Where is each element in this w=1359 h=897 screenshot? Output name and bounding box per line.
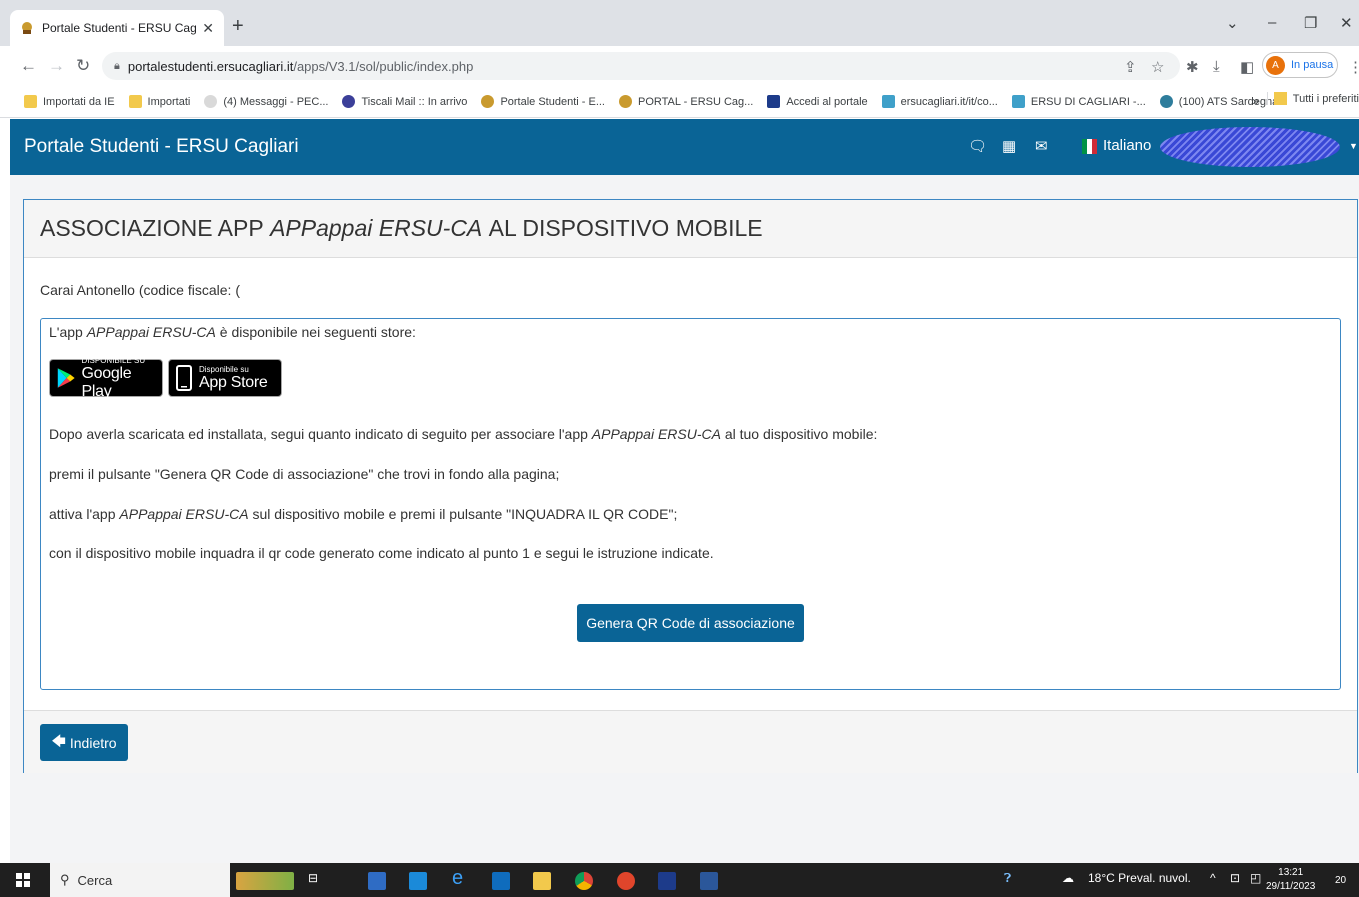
network-icon[interactable]: ⊡: [1230, 871, 1240, 885]
association-panel: ASSOCIAZIONE APP APPappai ERSU-CA AL DIS…: [23, 199, 1358, 773]
outlook-icon[interactable]: [492, 872, 510, 890]
folder-icon: [24, 95, 37, 108]
phone-icon: [176, 365, 192, 391]
task-view-icon[interactable]: ⊟: [308, 871, 318, 885]
bookmark-item[interactable]: Portale Studenti - E...: [481, 95, 605, 108]
bookmark-star-icon[interactable]: ☆: [1151, 58, 1164, 76]
notification-badge[interactable]: 20: [1335, 875, 1346, 886]
all-bookmarks-folder[interactable]: Tutti i preferiti: [1266, 92, 1359, 105]
ersu-site-icon: [1011, 95, 1025, 108]
profile-status: In pausa: [1291, 59, 1334, 71]
browser-tab[interactable]: Portale Studenti - ERSU Cagliari ✕: [10, 10, 224, 46]
italian-flag-icon: [1082, 139, 1097, 154]
bookmark-item[interactable]: Importati da IE: [24, 95, 115, 108]
bookmark-item[interactable]: PORTAL - ERSU Cag...: [619, 95, 753, 108]
more-bookmarks-icon[interactable]: »: [1252, 94, 1259, 108]
portal-icon: [767, 95, 781, 108]
step-2: attiva l'app APPappai ERSU-CA sul dispos…: [49, 506, 678, 522]
mail-icon[interactable]: ✉︎: [1035, 137, 1048, 155]
ersu-site-icon: [881, 95, 895, 108]
window-close-icon[interactable]: ✕: [1340, 14, 1353, 32]
search-highlight-icon[interactable]: [236, 872, 294, 890]
side-panel-icon[interactable]: ◧: [1240, 58, 1254, 76]
panel-footer: 🡄 Indietro: [24, 710, 1357, 773]
instructions-box: L'app APPappai ERSU-CA è disponibile nei…: [40, 318, 1341, 690]
download-icon[interactable]: ⤓: [1213, 58, 1220, 75]
weather-text[interactable]: 18°C Preval. nuvol.: [1088, 871, 1191, 885]
bookmark-item[interactable]: (4) Messaggi - PEC...: [204, 95, 328, 108]
caret-down-icon[interactable]: ▼: [1349, 141, 1358, 151]
help-icon[interactable]: ❓︎: [1004, 871, 1011, 886]
site-favicon-icon: [22, 22, 32, 34]
chrome-icon[interactable]: [575, 872, 593, 890]
lock-icon: 🔒︎: [114, 59, 120, 72]
bookmark-item[interactable]: ersucagliari.it/it/co...: [881, 95, 998, 108]
back-button[interactable]: 🡄 Indietro: [40, 724, 128, 761]
address-bar[interactable]: 🔒︎ portalestudenti.ersucagliari.it/apps/…: [102, 52, 1180, 80]
back-arrow-icon[interactable]: ←: [20, 56, 37, 76]
new-tab-icon[interactable]: +: [232, 16, 244, 36]
bookmark-item[interactable]: ERSU DI CAGLIARI -...: [1011, 95, 1146, 108]
forward-arrow-icon[interactable]: →: [48, 56, 65, 76]
ats-icon: [1159, 95, 1173, 108]
google-play-badge[interactable]: DISPONIBILE SU Google Play: [49, 356, 163, 400]
url-domain: portalestudenti.ersucagliari.it: [127, 58, 294, 74]
windows-start-icon[interactable]: [16, 873, 30, 887]
url-path: /apps/V3.1/sol/public/index.php: [293, 58, 474, 74]
tiscali-icon: [342, 95, 356, 108]
internet-explorer-icon[interactable]: e: [452, 867, 463, 890]
google-play-icon: [57, 368, 75, 388]
calendar-icon[interactable]: ▦: [1002, 137, 1016, 155]
ersu-icon: [619, 95, 632, 108]
bookmark-item[interactable]: Tiscali Mail :: In arrivo: [342, 95, 467, 108]
ersu-icon: [481, 95, 495, 108]
browser-toolbar: ← → ↻ 🔒︎ portalestudenti.ersucagliari.it…: [0, 46, 1359, 86]
chat-icon[interactable]: 🗨︎: [968, 137, 987, 155]
word-icon[interactable]: [700, 872, 718, 890]
generate-qr-button[interactable]: Genera QR Code di associazione: [577, 604, 804, 642]
step-3: con il dispositivo mobile inquadra il qr…: [49, 545, 714, 561]
close-tab-icon[interactable]: ✕: [202, 20, 214, 37]
windows-taskbar: ⚲ Cerca ⊟ e ❓︎ ☁︎ 18°C Preval. nuvol. ^ …: [0, 863, 1359, 897]
share-icon[interactable]: ⇪: [1124, 58, 1137, 76]
file-explorer-icon[interactable]: [533, 872, 551, 890]
taskbar-search[interactable]: ⚲ Cerca: [50, 863, 230, 897]
app-header: Portale Studenti - ERSU Cagliari 🗨︎ ▦ ✉︎…: [10, 119, 1359, 175]
folder-icon: [128, 95, 142, 108]
portal-app-icon[interactable]: [658, 872, 676, 890]
avatar: A: [1266, 55, 1285, 75]
app-store-badge[interactable]: Disponibile su App Store: [168, 359, 282, 397]
pec-icon: [204, 95, 218, 108]
show-hidden-icons[interactable]: ^: [1210, 871, 1216, 885]
student-info: Carai Antonello (codice fiscale: (: [40, 282, 240, 298]
weather-icon: ☁︎: [1062, 871, 1074, 885]
browser-menu-icon[interactable]: ⋮: [1348, 58, 1359, 76]
profile-button[interactable]: A In pausa: [1262, 52, 1338, 78]
taskbar-clock[interactable]: 13:21 29/11/2023: [1266, 866, 1315, 894]
instructions-text: Dopo averla scaricata ed installata, seg…: [49, 426, 878, 442]
browser-tabstrip: Portale Studenti - ERSU Cagliari ✕ + ⌄ –…: [0, 0, 1359, 46]
app-icon[interactable]: [617, 872, 635, 890]
extensions-icon[interactable]: ✱: [1186, 58, 1199, 76]
folder-icon: [1273, 92, 1287, 105]
volume-icon[interactable]: ◰: [1250, 871, 1261, 885]
step-1: premi il pulsante "Genera QR Code di ass…: [49, 466, 560, 482]
reload-icon[interactable]: ↻: [76, 56, 90, 76]
user-menu-redacted[interactable]: [1160, 127, 1340, 167]
store-app-icon[interactable]: [368, 872, 386, 890]
bookmark-item[interactable]: Accedi al portale: [767, 95, 868, 108]
store-intro: L'app APPappai ERSU-CA è disponibile nei…: [49, 324, 416, 340]
tab-search-icon[interactable]: ⌄: [1226, 14, 1239, 32]
minimize-icon[interactable]: –: [1268, 14, 1276, 31]
bookmarks-bar: Importati da IE Importati (4) Messaggi -…: [0, 86, 1359, 118]
search-icon: ⚲: [60, 872, 70, 887]
language-selector[interactable]: Italiano: [1103, 137, 1151, 154]
bookmark-item[interactable]: Importati: [128, 95, 190, 108]
arrow-left-icon: 🡄: [51, 732, 66, 749]
restore-icon[interactable]: ❐: [1304, 14, 1317, 32]
page-title: ASSOCIAZIONE APP APPappai ERSU-CA AL DIS…: [24, 200, 1357, 258]
mail-app-icon[interactable]: [409, 872, 427, 890]
app-brand[interactable]: Portale Studenti - ERSU Cagliari: [24, 136, 299, 158]
tab-title: Portale Studenti - ERSU Cagliari: [42, 21, 197, 35]
